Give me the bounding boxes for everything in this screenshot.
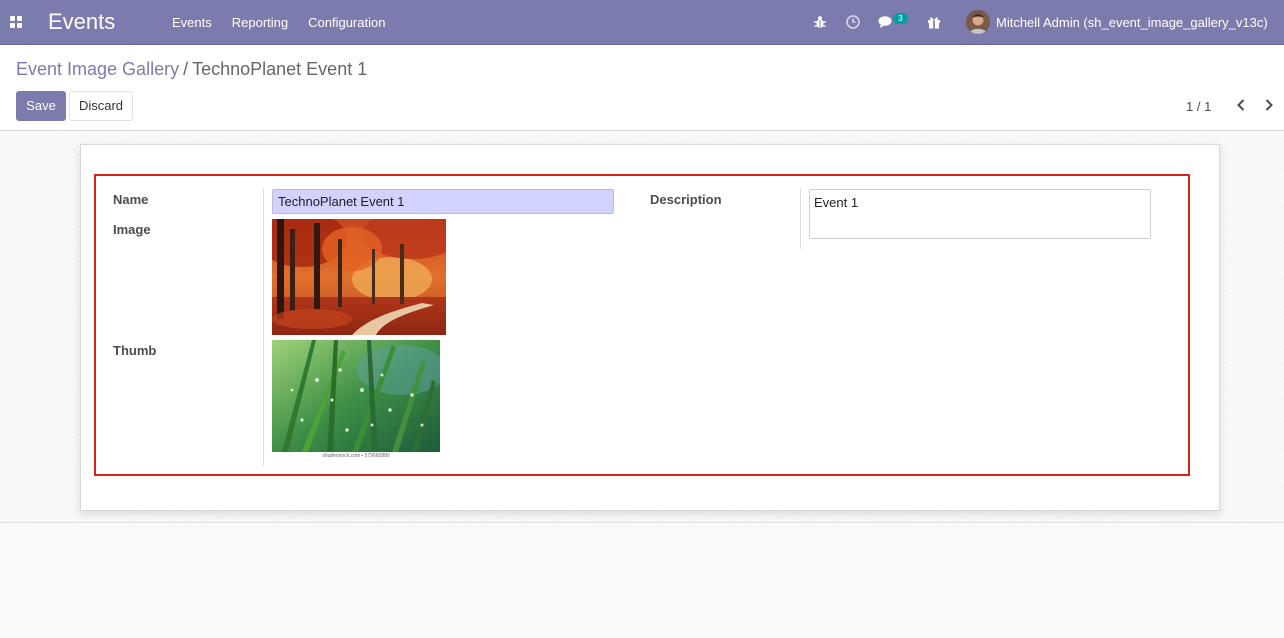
menu-item-events[interactable]: Events xyxy=(172,15,212,30)
breadcrumb: Event Image Gallery / TechnoPlanet Event 1 xyxy=(16,59,367,80)
description-label: Description xyxy=(650,192,722,207)
apps-menu-icon[interactable] xyxy=(10,16,22,28)
breadcrumb-parent-link[interactable]: Event Image Gallery xyxy=(16,59,179,79)
breadcrumb-current: TechnoPlanet Event 1 xyxy=(192,59,368,79)
debug-bug-icon[interactable] xyxy=(812,14,828,30)
autumn-forest-image xyxy=(272,219,446,335)
app-title: Events xyxy=(48,9,116,34)
pager-next-icon[interactable] xyxy=(1262,97,1276,113)
menu-item-configuration[interactable]: Configuration xyxy=(308,15,385,30)
dewy-grass-image xyxy=(272,340,440,452)
breadcrumb-separator: / xyxy=(183,59,189,79)
activity-clock-icon[interactable] xyxy=(845,14,861,30)
messages-chat-icon[interactable] xyxy=(878,14,894,30)
name-label: Name xyxy=(113,192,149,207)
pager-previous-icon[interactable] xyxy=(1234,97,1248,113)
discard-button[interactable]: Discard xyxy=(69,91,133,121)
event-thumb[interactable] xyxy=(272,340,440,452)
label-divider xyxy=(263,189,264,466)
user-menu[interactable]: Mitchell Admin (sh_event_image_gallery_v… xyxy=(996,15,1268,30)
image-label: Image xyxy=(113,222,151,237)
pager-value[interactable]: 1 / 1 xyxy=(1186,99,1211,114)
message-count-badge: 3 xyxy=(893,13,908,24)
name-input[interactable]: TechnoPlanet Event 1 xyxy=(272,189,614,214)
user-avatar[interactable] xyxy=(966,10,990,34)
thumb-credit-text: shutterstock.com • 579660880 xyxy=(272,452,440,461)
gift-icon[interactable] xyxy=(926,14,942,30)
control-panel: Event Image Gallery / TechnoPlanet Event 1… xyxy=(0,45,1284,131)
main-menu: Events Reporting Configuration xyxy=(172,15,385,30)
thumb-label: Thumb xyxy=(113,343,157,358)
save-button[interactable]: Save xyxy=(16,91,66,121)
description-input[interactable]: Event 1 xyxy=(809,189,1151,239)
top-navbar: Events Events Reporting Configuration 3 xyxy=(0,0,1284,45)
description-divider xyxy=(800,189,801,249)
event-image[interactable] xyxy=(272,219,446,335)
menu-item-reporting[interactable]: Reporting xyxy=(232,15,288,30)
